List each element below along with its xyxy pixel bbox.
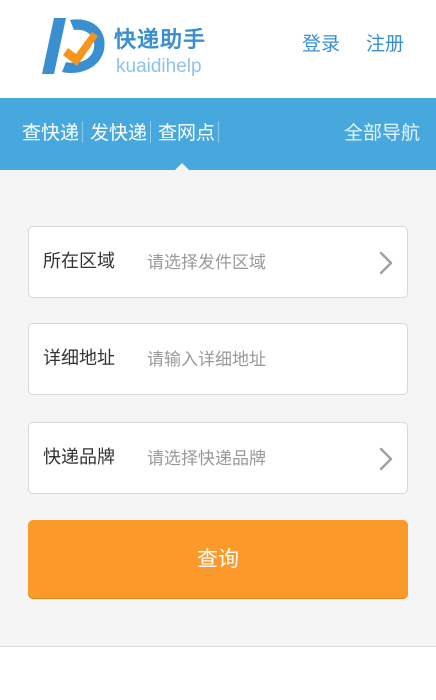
chevron-right-icon [379, 447, 393, 471]
nav-divider [82, 121, 83, 143]
login-link[interactable]: 登录 [302, 32, 340, 56]
tab-track-express[interactable]: 查快递 [22, 121, 79, 145]
address-placeholder: 请输入详细地址 [147, 350, 266, 370]
app-header: 快递助手 kuaidihelp 登录 注册 [0, 0, 436, 98]
brand-select[interactable]: 快递品牌 请选择快递品牌 [28, 422, 408, 494]
chevron-right-icon [379, 251, 393, 275]
brand-placeholder: 请选择快递品牌 [147, 449, 266, 469]
logo-mark-icon [42, 18, 105, 74]
bottom-area [0, 647, 436, 700]
region-placeholder: 请选择发件区域 [147, 253, 266, 273]
brand-name: 快递助手 [114, 28, 207, 53]
brand-logo[interactable]: 快递助手 kuaidihelp [40, 14, 220, 78]
tab-send-express[interactable]: 发快递 [90, 121, 147, 145]
address-input[interactable]: 详细地址 请输入详细地址 [28, 323, 408, 395]
tab-find-outlets[interactable]: 查网点 [158, 121, 215, 145]
region-select[interactable]: 所在区域 请选择发件区域 [28, 226, 408, 298]
all-navigation-link[interactable]: 全部导航 [344, 121, 420, 145]
nav-bar: 查快递 发快递 查网点 全部导航 [0, 98, 436, 170]
register-link[interactable]: 注册 [366, 32, 404, 56]
brand-subtitle: kuaidihelp [116, 56, 202, 77]
query-button[interactable]: 查询 [28, 520, 408, 598]
nav-divider [150, 121, 151, 143]
address-label: 详细地址 [43, 348, 115, 369]
region-label: 所在区域 [43, 251, 115, 272]
brand-label: 快递品牌 [43, 447, 115, 468]
nav-divider [218, 121, 219, 143]
